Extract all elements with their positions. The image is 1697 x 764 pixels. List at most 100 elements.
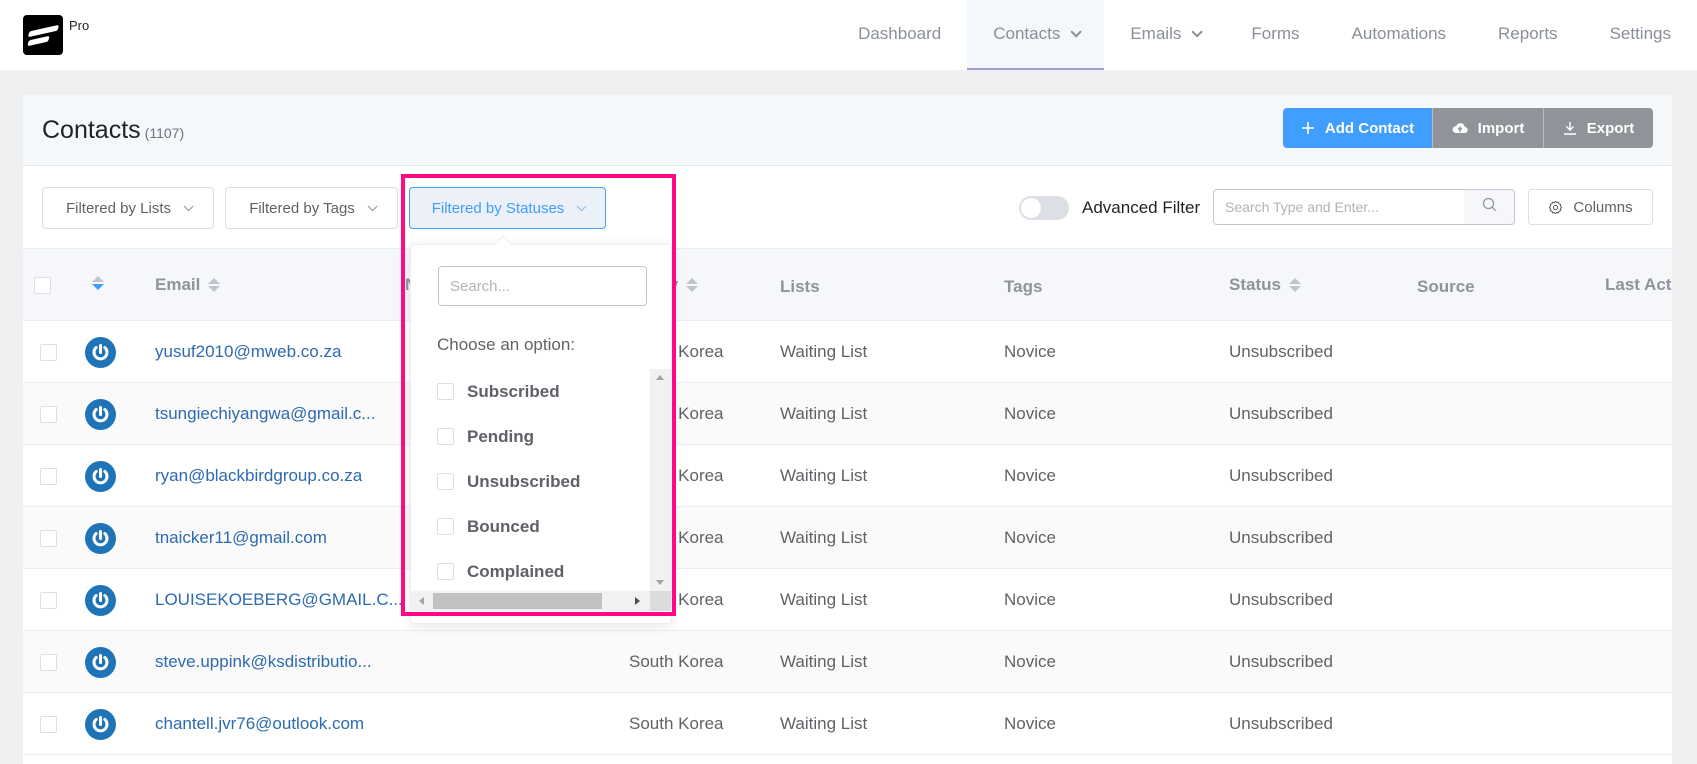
row-checkbox-cell xyxy=(40,631,57,693)
avatar-power-icon[interactable] xyxy=(85,398,116,430)
avatar-power-icon[interactable] xyxy=(85,708,116,740)
cell-tags: Novice xyxy=(1004,342,1056,361)
contact-count: (1107) xyxy=(144,125,185,141)
table-row[interactable]: tnaicker11@gmail.com South Korea Waiting L… xyxy=(23,507,1672,569)
table-row[interactable]: LOUISEKOEBERG@GMAIL.C... South Korea Waiti… xyxy=(23,569,1672,631)
select-all-checkbox[interactable] xyxy=(34,277,51,294)
cell-lists: Waiting List xyxy=(780,652,868,671)
nav-item-forms[interactable]: Forms xyxy=(1225,0,1325,70)
row-checkbox-cell xyxy=(40,445,57,507)
contact-email-link[interactable]: chantell.jvr76@outlook.com xyxy=(155,693,364,755)
avatar-power-icon[interactable] xyxy=(85,522,116,554)
nav-item-label: Reports xyxy=(1498,24,1558,43)
nav-item-label: Settings xyxy=(1609,24,1671,43)
nav-item-dashboard[interactable]: Dashboard xyxy=(832,0,967,70)
nav-item-settings[interactable]: Settings xyxy=(1584,0,1697,70)
cell-lists: Waiting List xyxy=(780,590,868,609)
status-option-checkbox[interactable] xyxy=(437,563,454,580)
cell-lists: Waiting List xyxy=(780,528,868,547)
row-checkbox-cell xyxy=(40,383,57,445)
status-option-complained[interactable]: Complained xyxy=(411,549,650,591)
column-header-status[interactable]: Status xyxy=(1229,275,1301,295)
column-header-email-label: Email xyxy=(155,275,201,294)
status-option-checkbox[interactable] xyxy=(437,473,454,490)
toggle-knob xyxy=(1021,198,1041,218)
status-option-checkbox[interactable] xyxy=(437,518,454,535)
horizontal-scrollbar[interactable] xyxy=(411,591,650,611)
row-checkbox[interactable] xyxy=(40,653,57,671)
status-search-input[interactable] xyxy=(438,266,647,306)
app-logo-icon[interactable] xyxy=(23,15,63,55)
export-button[interactable]: Export xyxy=(1543,108,1653,148)
download-icon xyxy=(1563,121,1577,135)
avatar-sort-header[interactable] xyxy=(92,276,104,290)
scroll-left-arrow-icon[interactable] xyxy=(419,597,424,605)
avatar-power-icon[interactable] xyxy=(85,336,116,368)
avatar-power-icon[interactable] xyxy=(85,584,116,616)
contacts-card: Contacts (1107) Add Contact Import Export xyxy=(23,95,1672,764)
status-option-pending[interactable]: Pending xyxy=(411,414,650,459)
vertical-scrollbar[interactable] xyxy=(650,369,671,591)
contact-email-link[interactable]: steve.uppink@ksdistributio... xyxy=(155,631,372,693)
search-button[interactable] xyxy=(1464,190,1514,224)
plus-icon xyxy=(1301,121,1315,135)
contact-email-link[interactable]: LOUISEKOEBERG@GMAIL.C... xyxy=(155,569,403,631)
row-checkbox-cell xyxy=(40,693,57,755)
nav-item-reports[interactable]: Reports xyxy=(1472,0,1584,70)
filter-by-tags-dropdown[interactable]: Filtered by Tags xyxy=(225,187,398,229)
export-label: Export xyxy=(1586,119,1635,137)
row-checkbox[interactable] xyxy=(40,715,57,733)
cell-country: South Korea xyxy=(629,652,724,671)
sort-icon[interactable] xyxy=(686,278,699,292)
sort-icon[interactable] xyxy=(208,278,221,292)
nav-item-label: Forms xyxy=(1251,24,1300,43)
status-option-checkbox[interactable] xyxy=(437,428,454,445)
table-row[interactable]: tsungiechiyangwa@gmail.c... South Korea Wa… xyxy=(23,383,1672,445)
row-checkbox[interactable] xyxy=(40,591,57,609)
status-option-unsubscribed[interactable]: Unsubscribed xyxy=(411,459,650,504)
pro-badge: Pro xyxy=(69,18,90,33)
advanced-filter-toggle[interactable] xyxy=(1019,196,1069,220)
status-option-label: Pending xyxy=(467,426,535,446)
nav-item-label: Emails xyxy=(1130,24,1182,43)
status-option-label: Complained xyxy=(467,561,565,581)
cell-tags: Novice xyxy=(1004,528,1056,547)
add-contact-button[interactable]: Add Contact xyxy=(1283,108,1432,148)
cell-country: South Korea xyxy=(629,714,724,733)
table-row[interactable]: chantell.jvr76@outlook.com South Korea Wai… xyxy=(23,693,1672,755)
nav-item-contacts[interactable]: Contacts xyxy=(967,0,1105,70)
contact-email-link[interactable]: tsungiechiyangwa@gmail.c... xyxy=(155,383,375,445)
row-checkbox[interactable] xyxy=(40,343,57,361)
table-row[interactable]: yusuf2010@mweb.co.za South Korea Waiting L… xyxy=(23,321,1672,383)
table-row[interactable]: steve.uppink@ksdistributio... South Korea… xyxy=(23,631,1672,693)
contact-email-link[interactable]: tnaicker11@gmail.com xyxy=(155,507,327,569)
row-checkbox[interactable] xyxy=(40,405,57,423)
column-header-email[interactable]: Email xyxy=(155,275,221,295)
filter-by-statuses-dropdown[interactable]: Filtered by Statuses xyxy=(409,187,606,229)
scroll-up-arrow-icon[interactable] xyxy=(656,375,664,380)
filter-by-lists-dropdown[interactable]: Filtered by Lists xyxy=(42,187,214,229)
columns-button[interactable]: Columns xyxy=(1528,189,1653,225)
nav-item-automations[interactable]: Automations xyxy=(1326,0,1473,70)
table-row[interactable]: ryan@blackbirdgroup.co.za South Korea Wait… xyxy=(23,445,1672,507)
avatar-power-icon[interactable] xyxy=(85,460,116,492)
contact-email-link[interactable]: ryan@blackbirdgroup.co.za xyxy=(155,445,362,507)
horizontal-scroll-thumb[interactable] xyxy=(433,593,602,609)
status-option-checkbox[interactable] xyxy=(437,383,454,400)
contact-email-link[interactable]: yusuf2010@mweb.co.za xyxy=(155,321,341,383)
sort-icon[interactable] xyxy=(92,276,104,290)
contact-search-input[interactable] xyxy=(1214,190,1464,224)
scroll-right-arrow-icon[interactable] xyxy=(635,597,640,605)
sort-icon[interactable] xyxy=(1288,278,1301,292)
nav-item-emails[interactable]: Emails xyxy=(1104,0,1225,70)
row-checkbox[interactable] xyxy=(40,529,57,547)
status-option-subscribed[interactable]: Subscribed xyxy=(411,369,650,414)
avatar-power-icon[interactable] xyxy=(85,646,116,678)
import-button[interactable]: Import xyxy=(1432,108,1543,148)
scroll-down-arrow-icon[interactable] xyxy=(656,580,664,585)
nav-item-label: Contacts xyxy=(993,24,1061,43)
cell-tags: Novice xyxy=(1004,466,1056,485)
status-option-bounced[interactable]: Bounced xyxy=(411,504,650,549)
row-checkbox[interactable] xyxy=(40,467,57,485)
column-header-last-activity[interactable]: Last Activity xyxy=(1605,275,1672,295)
